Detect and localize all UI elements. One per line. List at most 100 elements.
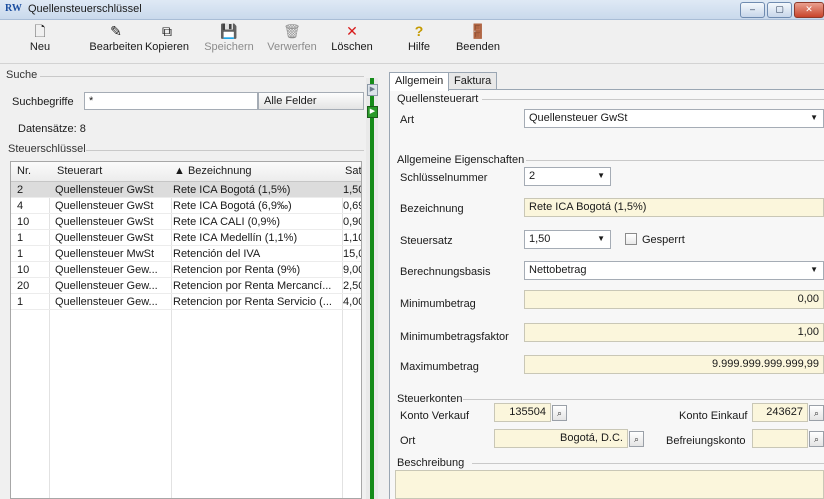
section-divider [482, 99, 824, 100]
help-label: Hilfe [407, 41, 430, 53]
exit-door-icon: 🚪 [469, 23, 487, 39]
minimize-button[interactable]: – [740, 2, 765, 18]
cell-description: Rete ICA Bogotá (6,9‰) [173, 200, 292, 212]
art-select[interactable]: Quellensteuer GwSt ▼ [524, 109, 824, 128]
cell-rate: 15,0 [343, 248, 361, 260]
min-amount-field[interactable]: 0,00 [524, 290, 824, 309]
cell-rate: 1,10 [343, 232, 361, 244]
cell-rate: 0,69 [343, 200, 361, 212]
new-button[interactable]: 🗋 Neu [22, 22, 58, 62]
tax-rate-label: Steuersatz [400, 235, 453, 247]
sales-account-label: Konto Verkauf [400, 410, 470, 422]
maximize-button[interactable]: ▢ [767, 2, 792, 18]
list-divider [86, 150, 364, 151]
table-row[interactable]: 1 Quellensteuer Gew... Retencion por Ren… [11, 294, 361, 310]
column-header-nr[interactable]: Nr. [17, 165, 31, 177]
cell-rate: 9,00 [343, 264, 361, 276]
description-textarea[interactable] [395, 470, 824, 499]
table-row[interactable]: 20 Quellensteuer Gew... Retencion por Re… [11, 278, 361, 294]
column-header-rate[interactable]: Satz [345, 165, 361, 177]
table-row[interactable]: 2 Quellensteuer GwSt Rete ICA Bogotá (1,… [11, 182, 361, 198]
name-label: Bezeichnung [400, 203, 464, 215]
cell-nr: 20 [17, 280, 30, 292]
exit-label: Beenden [455, 41, 501, 53]
copy-button[interactable]: ⧉ Kopieren [140, 22, 194, 62]
delete-button[interactable]: ✕ Löschen [326, 22, 378, 62]
cell-rate: 0,90 [343, 216, 361, 228]
table-row[interactable]: 4 Quellensteuer GwSt Rete ICA Bogotá (6,… [11, 198, 361, 214]
search-label: Suchbegriffe [12, 96, 74, 108]
edit-label: Bearbeiten [89, 41, 143, 53]
expand-right-icon[interactable]: ▶ [367, 106, 378, 118]
table-row[interactable]: 1 Quellensteuer GwSt Rete ICA Medellín (… [11, 230, 361, 246]
calc-base-label: Berechnungsbasis [400, 266, 491, 278]
locked-label: Gesperrt [642, 234, 685, 246]
column-header-description[interactable]: ▲ Bezeichnung [174, 165, 252, 177]
tab-billing[interactable]: Faktura [448, 72, 498, 90]
calc-base-select[interactable]: Nettobetrag ▼ [524, 261, 824, 280]
description-section-header: Beschreibung [397, 457, 465, 469]
search-field-select[interactable]: Alle Felder [258, 92, 364, 110]
chevron-down-icon: ▼ [810, 113, 818, 122]
cell-description: Rete ICA Bogotá (1,5%) [173, 184, 291, 196]
copy-label: Kopieren [144, 41, 190, 53]
cell-nr: 1 [17, 232, 24, 244]
cell-tax-type: Quellensteuer Gew... [55, 264, 158, 276]
edit-button[interactable]: ✎ Bearbeiten [86, 22, 146, 62]
help-key-icon: ? [414, 23, 424, 39]
art-label: Art [400, 114, 415, 126]
help-button[interactable]: ? Hilfe [404, 22, 434, 62]
cell-rate: 4,00 [343, 296, 361, 308]
cell-tax-type: Quellensteuer GwSt [55, 184, 154, 196]
column-header-tax-type[interactable]: Steuerart [57, 165, 102, 177]
purchase-account-field[interactable]: 243627 [752, 403, 808, 422]
tax-rate-select[interactable]: 1,50 ▼ [524, 230, 611, 249]
exit-button[interactable]: 🚪 Beenden [452, 22, 504, 62]
discard-button[interactable]: 🗑 Verwerfen [262, 22, 322, 62]
table-row[interactable]: 10 Quellensteuer Gew... Retencion por Re… [11, 262, 361, 278]
name-field[interactable]: Rete ICA Bogotá (1,5%) [524, 198, 824, 217]
tax-key-table[interactable]: Nr. Steuerart ▲ Bezeichnung Satz 2 Quell… [10, 161, 362, 499]
key-number-select[interactable]: 2 ▼ [524, 167, 611, 186]
locked-checkbox[interactable] [625, 233, 637, 245]
copy-icon: ⧉ [162, 23, 172, 39]
exempt-account-lookup-icon[interactable]: ⌕ [809, 431, 824, 447]
min-factor-field[interactable]: 1,00 [524, 323, 824, 342]
new-label: Neu [29, 41, 51, 53]
accounts-section-header: Steuerkonten [397, 393, 463, 405]
save-button[interactable]: 💾 Speichern [200, 22, 258, 62]
cell-tax-type: Quellensteuer Gew... [55, 280, 158, 292]
delete-label: Löschen [331, 41, 373, 53]
place-label: Ort [400, 435, 416, 447]
properties-section-header: Allgemeine Eigenschaften [397, 154, 525, 166]
section-divider [526, 160, 824, 161]
table-header: Nr. Steuerart ▲ Bezeichnung Satz [11, 162, 361, 182]
save-label: Speichern [204, 41, 254, 53]
table-row[interactable]: 1 Quellensteuer MwSt Retención del IVA 1… [11, 246, 361, 262]
chevron-down-icon: ▼ [597, 234, 605, 243]
floppy-disk-icon: 💾 [220, 23, 238, 39]
tax-rate-value: 1,50 [529, 233, 551, 245]
section-divider [472, 463, 824, 464]
cell-nr: 10 [17, 264, 30, 276]
cell-tax-type: Quellensteuer GwSt [55, 232, 154, 244]
chevron-down-icon: ▼ [810, 265, 818, 274]
sales-account-lookup-icon[interactable]: ⌕ [552, 405, 567, 421]
table-row[interactable]: 10 Quellensteuer GwSt Rete ICA CALI (0,9… [11, 214, 361, 230]
search-input[interactable]: * [84, 92, 258, 110]
pencil-icon: ✎ [110, 23, 122, 39]
sales-account-field[interactable]: 135504 [494, 403, 551, 422]
new-document-icon: 🗋 [34, 23, 46, 39]
exempt-account-field[interactable] [752, 429, 808, 448]
max-amount-field[interactable]: 9.999.999.999.999,99 [524, 355, 824, 374]
cell-rate: 1,50 [343, 184, 361, 196]
place-field[interactable]: Bogotá, D.C. [494, 429, 628, 448]
purchase-account-lookup-icon[interactable]: ⌕ [809, 405, 824, 421]
place-lookup-icon[interactable]: ⌕ [629, 431, 644, 447]
cell-nr: 10 [17, 216, 30, 228]
tab-general[interactable]: Allgemein [389, 72, 450, 91]
close-button[interactable]: ✕ [794, 2, 824, 18]
splitter-bar[interactable] [370, 78, 374, 499]
cell-nr: 1 [17, 296, 24, 308]
collapse-left-icon[interactable]: ▶ [367, 84, 378, 96]
